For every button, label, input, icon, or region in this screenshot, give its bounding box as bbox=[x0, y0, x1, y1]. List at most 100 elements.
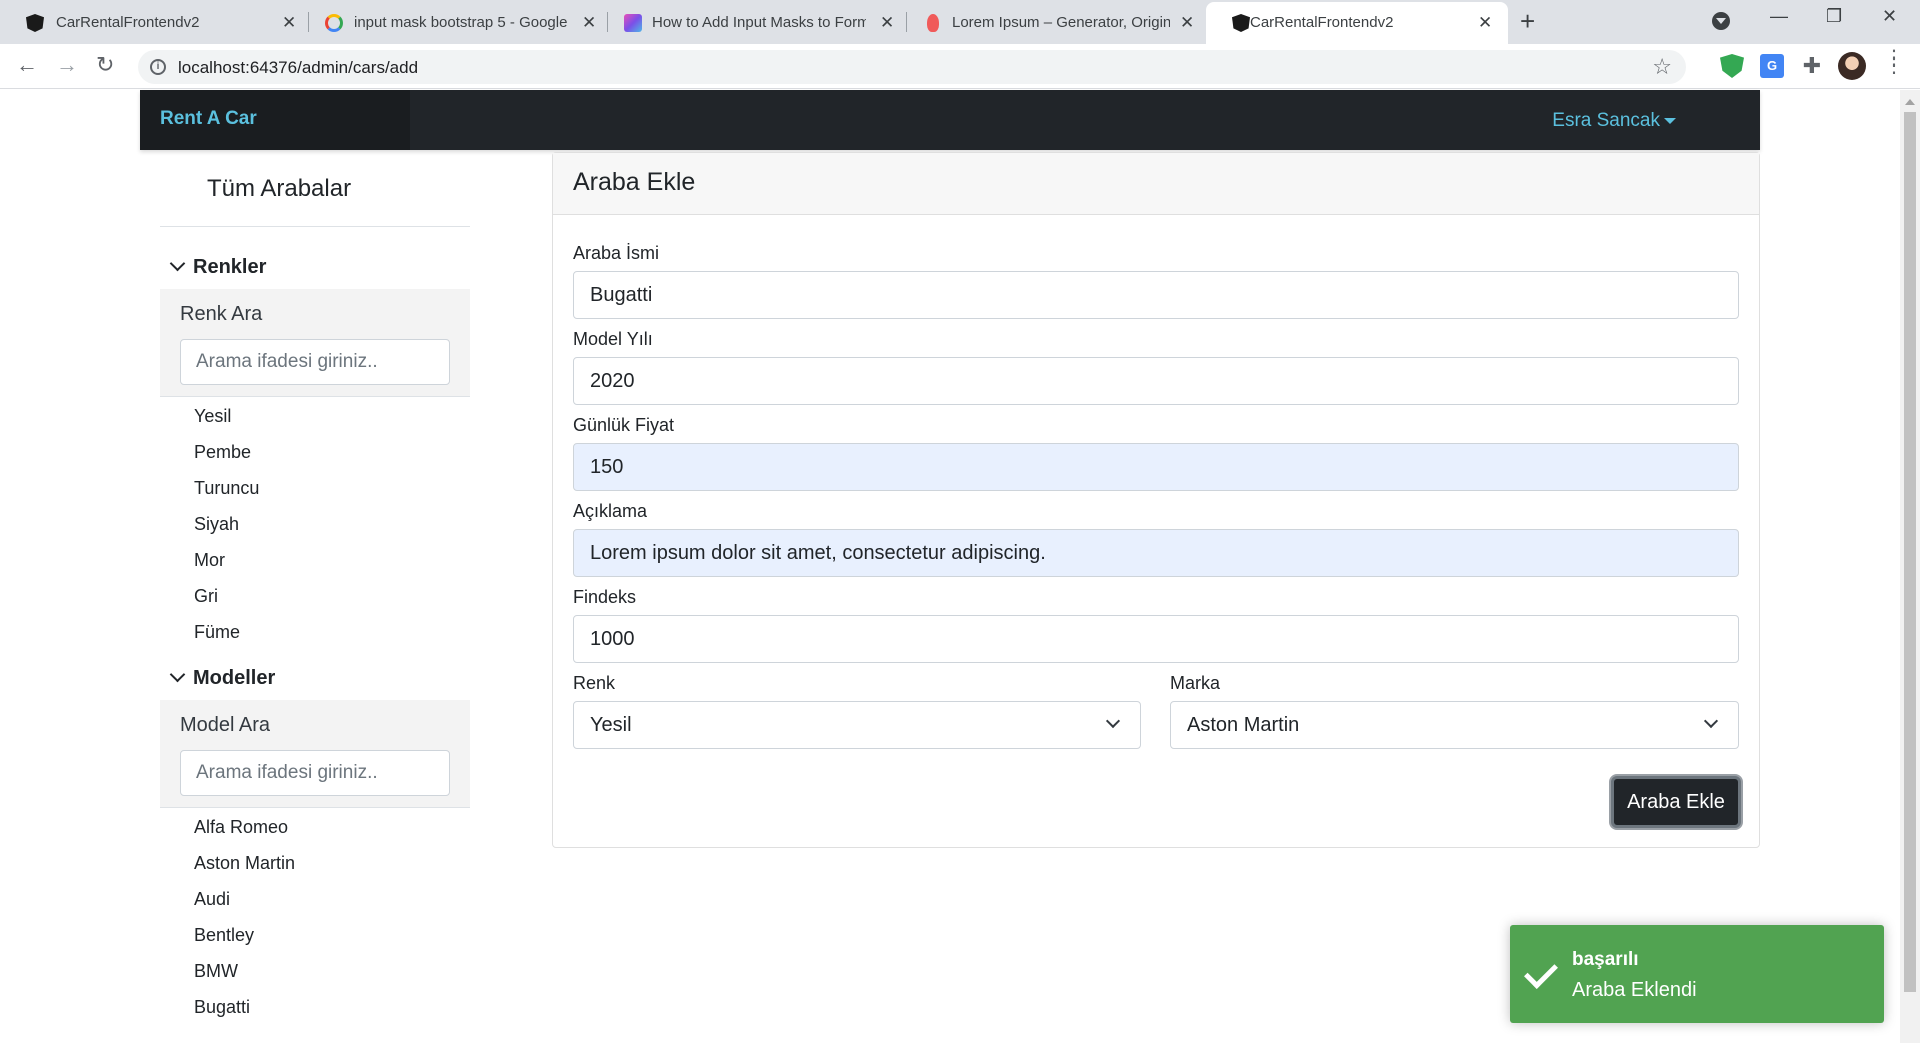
browser-menu-icon[interactable]: ⋮ ⋮ bbox=[1884, 48, 1904, 76]
model-item[interactable]: Alfa Romeo bbox=[194, 817, 288, 838]
brand-select-label: Marka bbox=[1170, 673, 1221, 693]
color-search-box: Renk Ara bbox=[160, 289, 470, 397]
color-item[interactable]: Pembe bbox=[194, 442, 251, 463]
color-item[interactable]: Mor bbox=[194, 550, 225, 571]
daily-price-input[interactable] bbox=[573, 443, 1739, 491]
lorem-icon bbox=[927, 14, 939, 32]
models-accordion-header[interactable]: Modeller bbox=[169, 666, 276, 690]
car-name-label: Araba İsmi bbox=[573, 243, 660, 263]
models-header-label: Modeller bbox=[193, 667, 276, 689]
angular-icon bbox=[26, 14, 44, 32]
model-year-label: Model Yılı bbox=[573, 329, 653, 349]
minimize-icon[interactable]: — bbox=[1770, 6, 1788, 27]
chevron-down-icon bbox=[169, 666, 186, 683]
color-item[interactable]: Yesil bbox=[194, 406, 231, 427]
model-search-box: Model Ara bbox=[160, 700, 470, 808]
color-item[interactable]: Siyah bbox=[194, 514, 239, 535]
color-select-value: Yesil bbox=[590, 714, 632, 736]
model-item[interactable]: BMW bbox=[194, 961, 238, 982]
model-item[interactable]: Bugatti bbox=[194, 997, 250, 1018]
forward-icon[interactable]: → bbox=[56, 52, 78, 78]
model-item[interactable]: Aston Martin bbox=[194, 853, 295, 874]
info-icon[interactable]: i bbox=[150, 59, 166, 75]
color-search-input[interactable] bbox=[180, 339, 450, 385]
chevron-down-icon bbox=[1105, 713, 1121, 729]
model-item[interactable]: Audi bbox=[194, 889, 230, 910]
findeks-label: Findeks bbox=[573, 587, 637, 607]
browser-toolbar: ← → ↻ i localhost:64376/admin/cars/add ☆… bbox=[0, 44, 1920, 89]
page-viewport: Rent A Car Esra Sancak Tüm Arabalar Renk… bbox=[0, 90, 1900, 1043]
description-label: Açıklama bbox=[573, 501, 648, 521]
reload-icon[interactable]: ↻ bbox=[96, 52, 114, 78]
car-name-input[interactable] bbox=[573, 271, 1739, 319]
page-scrollbar[interactable] bbox=[1900, 90, 1920, 1043]
colors-accordion-header[interactable]: Renkler bbox=[169, 255, 267, 279]
scrollbar-thumb[interactable] bbox=[1904, 112, 1916, 992]
toast-title: başarılı bbox=[1572, 949, 1639, 970]
color-item[interactable]: Füme bbox=[194, 622, 240, 643]
model-year-input[interactable] bbox=[573, 357, 1739, 405]
model-search-label: Model Ara bbox=[180, 714, 271, 736]
brand-link[interactable]: Rent A Car bbox=[160, 108, 257, 130]
url-text[interactable]: localhost:64376/admin/cars/add bbox=[178, 58, 418, 78]
add-car-card: Araba Ekle Araba İsmi Model Yılı Günlük … bbox=[552, 152, 1760, 848]
tab-title: CarRentalFrontendv2 bbox=[56, 14, 200, 31]
tab-title: Lorem Ipsum – Generator, Origin bbox=[952, 14, 1170, 31]
restore-icon[interactable]: ❐ bbox=[1826, 6, 1842, 27]
top-navbar: Rent A Car Esra Sancak bbox=[140, 90, 1760, 150]
new-tab-icon[interactable]: + bbox=[1520, 6, 1535, 37]
scroll-up-arrow-icon[interactable] bbox=[1905, 94, 1915, 105]
close-tab-icon[interactable]: ✕ bbox=[1180, 13, 1194, 33]
card-title: Araba Ekle bbox=[573, 168, 696, 196]
sidebar-title[interactable]: Tüm Arabalar bbox=[207, 175, 351, 203]
translate-extension-icon[interactable]: G bbox=[1760, 54, 1784, 78]
brand-block: Rent A Car bbox=[140, 90, 410, 150]
brand-select[interactable]: Aston Martin bbox=[1170, 701, 1739, 749]
color-select-label: Renk bbox=[573, 673, 616, 693]
browser-tab[interactable]: How to Add Input Masks to Form ✕ bbox=[598, 2, 898, 44]
browser-tab[interactable]: input mask bootstrap 5 - Google ✕ bbox=[300, 2, 606, 44]
close-tab-icon[interactable]: ✕ bbox=[582, 13, 596, 33]
google-icon bbox=[325, 14, 343, 32]
tab-title: CarRentalFrontendv2 bbox=[1250, 14, 1394, 31]
angular-icon bbox=[1232, 14, 1250, 32]
color-item[interactable]: Turuncu bbox=[194, 478, 259, 499]
browser-tab-active[interactable]: CarRentalFrontendv2 ✕ bbox=[1206, 2, 1508, 44]
browser-tab[interactable]: CarRentalFrontendv2 ✕ bbox=[0, 2, 296, 44]
divider bbox=[160, 226, 470, 227]
bookmark-star-icon[interactable]: ☆ bbox=[1652, 54, 1672, 80]
browser-tab-strip: CarRentalFrontendv2 ✕ input mask bootstr… bbox=[0, 0, 1920, 44]
findeks-input[interactable] bbox=[573, 615, 1739, 663]
browser-tab[interactable]: Lorem Ipsum – Generator, Origin ✕ bbox=[898, 2, 1200, 44]
daily-price-label: Günlük Fiyat bbox=[573, 415, 675, 435]
chevron-down-icon bbox=[169, 255, 186, 272]
tab-title: input mask bootstrap 5 - Google bbox=[354, 14, 568, 31]
model-search-input[interactable] bbox=[180, 750, 450, 796]
address-bar[interactable]: i localhost:64376/admin/cars/add ☆ bbox=[138, 50, 1686, 84]
checkmark-icon bbox=[1524, 955, 1558, 989]
shield-extension-icon[interactable] bbox=[1720, 54, 1744, 78]
window-close-icon[interactable]: ✕ bbox=[1882, 6, 1897, 27]
extensions-puzzle-icon[interactable]: ✚ bbox=[1800, 54, 1824, 78]
add-car-button[interactable]: Araba Ekle bbox=[1611, 776, 1741, 828]
back-icon[interactable]: ← bbox=[16, 52, 38, 78]
close-tab-icon[interactable]: ✕ bbox=[880, 13, 894, 33]
profile-avatar[interactable] bbox=[1838, 52, 1866, 80]
color-search-label: Renk Ara bbox=[180, 303, 263, 325]
brand-select-value: Aston Martin bbox=[1187, 714, 1300, 736]
description-input[interactable] bbox=[573, 529, 1739, 577]
close-tab-icon[interactable]: ✕ bbox=[282, 13, 296, 33]
tab-title: How to Add Input Masks to Form bbox=[652, 14, 866, 31]
color-item[interactable]: Gri bbox=[194, 586, 218, 607]
color-select[interactable]: Yesil bbox=[573, 701, 1141, 749]
model-item[interactable]: Bentley bbox=[194, 925, 254, 946]
user-menu[interactable]: Esra Sancak bbox=[1552, 110, 1660, 132]
success-toast[interactable]: başarılı Araba Eklendi bbox=[1510, 925, 1884, 1023]
chevron-down-icon bbox=[1703, 713, 1719, 729]
toast-message: Araba Eklendi bbox=[1572, 979, 1697, 1001]
card-header: Araba Ekle bbox=[553, 153, 1759, 215]
close-tab-icon[interactable]: ✕ bbox=[1478, 13, 1492, 33]
user-dropdown-caret-icon[interactable] bbox=[1664, 118, 1676, 130]
colors-header-label: Renkler bbox=[193, 256, 267, 278]
tab-search-icon[interactable] bbox=[1712, 12, 1730, 30]
